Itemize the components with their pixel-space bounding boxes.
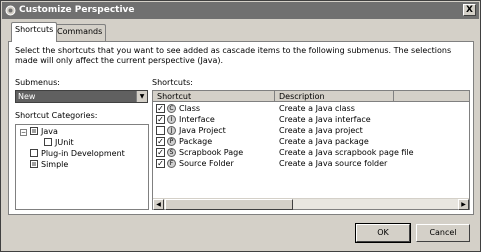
cancel-button[interactable]: Cancel — [416, 224, 470, 242]
row-shortcut: Java Project — [179, 126, 226, 135]
row-description: Create a Java project — [279, 126, 363, 135]
collapse-icon[interactable]: − — [20, 129, 27, 136]
row-description: Create a Java interface — [279, 115, 371, 124]
row-shortcut: Scrapbook Page — [179, 148, 244, 157]
tree-item-simple[interactable]: Simple — [30, 160, 68, 170]
row-checkbox[interactable] — [156, 126, 165, 135]
eclipse-icon — [5, 5, 16, 16]
categories-label: Shortcut Categories: — [15, 111, 98, 120]
shortcuts-table: Shortcut Description ✓ C Class Create a … — [152, 90, 470, 210]
row-shortcut: Package — [179, 137, 213, 146]
tree-item-label: Simple — [41, 160, 69, 169]
scrapbook-wizard-icon: S — [167, 148, 176, 157]
tree-item-java[interactable]: Java — [30, 127, 58, 137]
title-bar[interactable]: Customize Perspective X — [2, 2, 479, 19]
row-checkbox[interactable]: ✓ — [156, 115, 165, 124]
column-divider[interactable] — [393, 91, 394, 102]
scrollbar-thumb[interactable] — [165, 199, 293, 210]
shortcuts-label: Shortcuts: — [152, 78, 193, 87]
row-shortcut: Source Folder — [179, 159, 234, 168]
table-row[interactable]: ✓ P Package Create a Java package — [153, 136, 469, 147]
tab-shortcuts[interactable]: Shortcuts — [11, 22, 58, 42]
table-row[interactable]: ✓ I Interface Create a Java interface — [153, 114, 469, 125]
scroll-left-icon[interactable]: ◀ — [153, 199, 164, 210]
row-checkbox[interactable]: ✓ — [156, 159, 165, 168]
submenus-label: Submenus: — [15, 78, 60, 87]
row-description: Create a Java class — [279, 104, 355, 113]
tab-commands[interactable]: Commands — [53, 24, 107, 41]
folder-wizard-icon: F — [167, 159, 176, 168]
row-checkbox[interactable]: ✓ — [156, 148, 165, 157]
row-checkbox[interactable]: ✓ — [156, 137, 165, 146]
project-wizard-icon: J — [167, 126, 176, 135]
class-wizard-icon: C — [167, 104, 176, 113]
submenus-combo[interactable]: New ▼ — [15, 90, 148, 103]
column-divider[interactable] — [274, 91, 275, 102]
categories-tree[interactable]: − Java JUnit Plug-in Development Simple — [15, 124, 149, 210]
row-shortcut: Interface — [179, 115, 215, 124]
window-title: Customize Perspective — [19, 5, 135, 15]
horizontal-scrollbar[interactable]: ◀ ▶ — [153, 198, 469, 210]
row-description: Create a Java source folder — [279, 159, 388, 168]
chevron-down-icon[interactable]: ▼ — [136, 91, 147, 102]
tree-checkbox-java[interactable] — [30, 127, 38, 135]
close-button[interactable]: X — [463, 4, 476, 16]
shortcuts-panel: Select the shortcuts that you want to se… — [8, 41, 474, 215]
table-header: Shortcut Description — [153, 91, 469, 102]
row-checkbox[interactable]: ✓ — [156, 104, 165, 113]
tree-checkbox-plugin-development[interactable] — [30, 149, 38, 157]
tree-item-junit[interactable]: JUnit — [44, 138, 74, 148]
tree-item-label: JUnit — [55, 138, 74, 147]
table-row[interactable]: ✓ F Source Folder Create a Java source f… — [153, 158, 469, 169]
row-description: Create a Java scrapbook page file — [279, 148, 414, 157]
interface-wizard-icon: I — [167, 115, 176, 124]
table-row[interactable]: ✓ C Class Create a Java class — [153, 103, 469, 114]
column-header-description[interactable]: Description — [279, 92, 325, 101]
column-header-shortcut[interactable]: Shortcut — [157, 92, 191, 101]
submenus-selected: New — [18, 92, 36, 101]
row-description: Create a Java package — [279, 137, 369, 146]
package-wizard-icon: P — [167, 137, 176, 146]
customize-perspective-dialog: Customize Perspective X Shortcuts Comman… — [0, 0, 481, 252]
tree-item-plugin-development[interactable]: Plug-in Development — [30, 149, 125, 159]
tree-checkbox-junit[interactable] — [44, 138, 52, 146]
tree-item-label: Plug-in Development — [41, 149, 125, 158]
instructions-text: Select the shortcuts that you want to se… — [15, 46, 452, 65]
tree-checkbox-simple[interactable] — [30, 160, 38, 168]
tree-item-label: Java — [41, 127, 58, 136]
scroll-right-icon[interactable]: ▶ — [458, 199, 469, 210]
row-shortcut: Class — [179, 104, 201, 113]
table-row[interactable]: ✓ S Scrapbook Page Create a Java scrapbo… — [153, 147, 469, 158]
ok-button[interactable]: OK — [355, 223, 411, 243]
table-row[interactable]: J Java Project Create a Java project — [153, 125, 469, 136]
